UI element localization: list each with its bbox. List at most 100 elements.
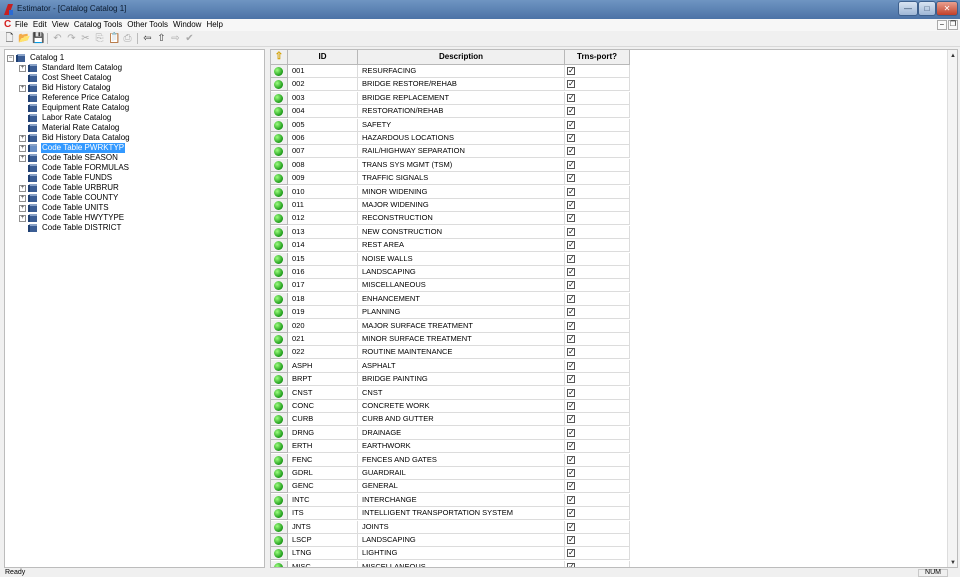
copy-icon[interactable]: ⎘ xyxy=(94,33,105,44)
trnsport-checkbox[interactable]: ✓ xyxy=(567,536,575,544)
cell-id[interactable]: CONC xyxy=(288,400,358,413)
trnsport-checkbox[interactable]: ✓ xyxy=(567,469,575,477)
expand-icon[interactable]: + xyxy=(19,205,26,212)
cell-id[interactable]: ITS xyxy=(288,507,358,521)
trnsport-checkbox[interactable]: ✓ xyxy=(567,107,575,116)
cell-id[interactable]: 005 xyxy=(288,118,358,132)
trnsport-checkbox[interactable]: ✓ xyxy=(567,562,575,567)
trnsport-checkbox[interactable]: ✓ xyxy=(567,67,575,75)
menu-catalog-tools[interactable]: Catalog Tools xyxy=(74,20,122,29)
row-status[interactable] xyxy=(271,480,288,494)
cell-description[interactable]: ASPHALT xyxy=(358,359,565,373)
row-status[interactable] xyxy=(271,105,288,119)
menu-file[interactable]: File xyxy=(15,20,28,29)
cell-description[interactable]: TRAFFIC SIGNALS xyxy=(358,172,565,186)
expand-icon[interactable]: + xyxy=(19,85,26,92)
cell-id[interactable]: FENC xyxy=(288,453,358,467)
trnsport-checkbox[interactable]: ✓ xyxy=(567,549,575,558)
catalog-tree[interactable]: − Catalog 1 + Standard Item Catalog Cost She… xyxy=(4,49,265,568)
check-icon[interactable]: ✔ xyxy=(184,33,195,44)
trnsport-checkbox[interactable]: ✓ xyxy=(567,388,575,397)
save-icon[interactable]: 💾 xyxy=(32,33,44,44)
cell-description[interactable]: DRAINAGE xyxy=(358,426,565,440)
cell-description[interactable]: FENCES AND GATES xyxy=(358,453,565,467)
trnsport-checkbox[interactable]: ✓ xyxy=(567,482,575,491)
row-status[interactable] xyxy=(271,426,288,440)
row-status[interactable] xyxy=(271,145,288,159)
expand-icon[interactable]: + xyxy=(19,155,26,162)
row-status[interactable] xyxy=(271,239,288,253)
row-status[interactable] xyxy=(271,306,288,320)
paste-icon[interactable]: 📋 xyxy=(108,33,120,44)
row-status[interactable] xyxy=(271,453,288,467)
cell-id[interactable]: ERTH xyxy=(288,440,358,454)
cell-id[interactable]: 007 xyxy=(288,145,358,159)
trnsport-checkbox[interactable]: ✓ xyxy=(567,227,575,236)
print-icon[interactable]: ⎙ xyxy=(122,33,133,44)
cell-description[interactable]: LANDSCAPING xyxy=(358,534,565,547)
cell-id[interactable]: LTNG xyxy=(288,547,358,561)
cell-description[interactable]: MINOR SURFACE TREATMENT xyxy=(358,333,565,346)
cell-description[interactable]: RECONSTRUCTION xyxy=(358,212,565,226)
cell-id[interactable]: 018 xyxy=(288,292,358,306)
code-table-grid[interactable]: ⇧ ID Description Trns-port? 001 RESURFACING ✓ 0… xyxy=(270,49,958,568)
row-status[interactable] xyxy=(271,560,288,567)
cell-description[interactable]: MINOR WIDENING xyxy=(358,185,565,199)
cell-id[interactable]: MISC xyxy=(288,560,358,567)
row-status[interactable] xyxy=(271,400,288,413)
close-button[interactable]: ✕ xyxy=(936,1,958,16)
cell-description[interactable]: TRANS SYS MGMT (TSM) xyxy=(358,158,565,172)
trnsport-checkbox[interactable]: ✓ xyxy=(567,294,575,303)
cell-id[interactable]: ASPH xyxy=(288,359,358,373)
trnsport-checkbox[interactable]: ✓ xyxy=(567,321,575,330)
cell-description[interactable]: REST AREA xyxy=(358,239,565,253)
trnsport-checkbox[interactable]: ✓ xyxy=(567,214,575,223)
cell-id[interactable]: 021 xyxy=(288,333,358,346)
cell-description[interactable]: BRIDGE PAINTING xyxy=(358,373,565,387)
cell-description[interactable]: BRIDGE RESTORE/REHAB xyxy=(358,78,565,92)
row-status[interactable] xyxy=(271,212,288,226)
row-status[interactable] xyxy=(271,266,288,279)
row-status[interactable] xyxy=(271,333,288,346)
menu-other-tools[interactable]: Other Tools xyxy=(127,20,168,29)
cell-description[interactable]: MAJOR SURFACE TREATMENT xyxy=(358,319,565,333)
expand-icon[interactable]: + xyxy=(19,65,26,72)
trnsport-checkbox[interactable]: ✓ xyxy=(567,375,575,384)
forward-icon[interactable]: ⇨ xyxy=(170,33,181,44)
row-status[interactable] xyxy=(271,534,288,547)
trnsport-checkbox[interactable]: ✓ xyxy=(567,455,575,464)
cell-description[interactable]: LANDSCAPING xyxy=(358,266,565,279)
cell-description[interactable]: GENERAL xyxy=(358,480,565,494)
cell-id[interactable]: CURB xyxy=(288,413,358,427)
cell-description[interactable]: HAZARDOUS LOCATIONS xyxy=(358,132,565,145)
column-header-description[interactable]: Description xyxy=(358,50,565,65)
cell-description[interactable]: NOISE WALLS xyxy=(358,252,565,266)
row-status[interactable] xyxy=(271,493,288,507)
row-status[interactable] xyxy=(271,373,288,387)
row-status[interactable] xyxy=(271,520,288,534)
row-status[interactable] xyxy=(271,65,288,78)
cell-description[interactable]: CONCRETE WORK xyxy=(358,400,565,413)
undo-icon[interactable]: ↶ xyxy=(52,33,63,44)
row-status[interactable] xyxy=(271,359,288,373)
row-status[interactable] xyxy=(271,547,288,561)
cell-id[interactable]: 001 xyxy=(288,65,358,78)
menu-help[interactable]: Help xyxy=(206,20,222,29)
menu-edit[interactable]: Edit xyxy=(33,20,47,29)
trnsport-checkbox[interactable]: ✓ xyxy=(567,308,575,317)
cell-description[interactable]: NEW CONSTRUCTION xyxy=(358,225,565,239)
cell-id[interactable]: CNST xyxy=(288,386,358,400)
trnsport-checkbox[interactable]: ✓ xyxy=(567,93,575,102)
trnsport-checkbox[interactable]: ✓ xyxy=(567,254,575,263)
expand-icon[interactable]: + xyxy=(19,145,26,152)
trnsport-checkbox[interactable]: ✓ xyxy=(567,348,575,357)
row-status[interactable] xyxy=(271,279,288,293)
trnsport-checkbox[interactable]: ✓ xyxy=(567,415,575,424)
cell-id[interactable]: 008 xyxy=(288,158,358,172)
cell-id[interactable]: JNTS xyxy=(288,520,358,534)
trnsport-checkbox[interactable]: ✓ xyxy=(567,402,575,410)
trnsport-checkbox[interactable]: ✓ xyxy=(567,187,575,196)
cut-icon[interactable]: ✂ xyxy=(80,33,91,44)
cell-id[interactable]: GENC xyxy=(288,480,358,494)
cell-id[interactable]: 002 xyxy=(288,78,358,92)
